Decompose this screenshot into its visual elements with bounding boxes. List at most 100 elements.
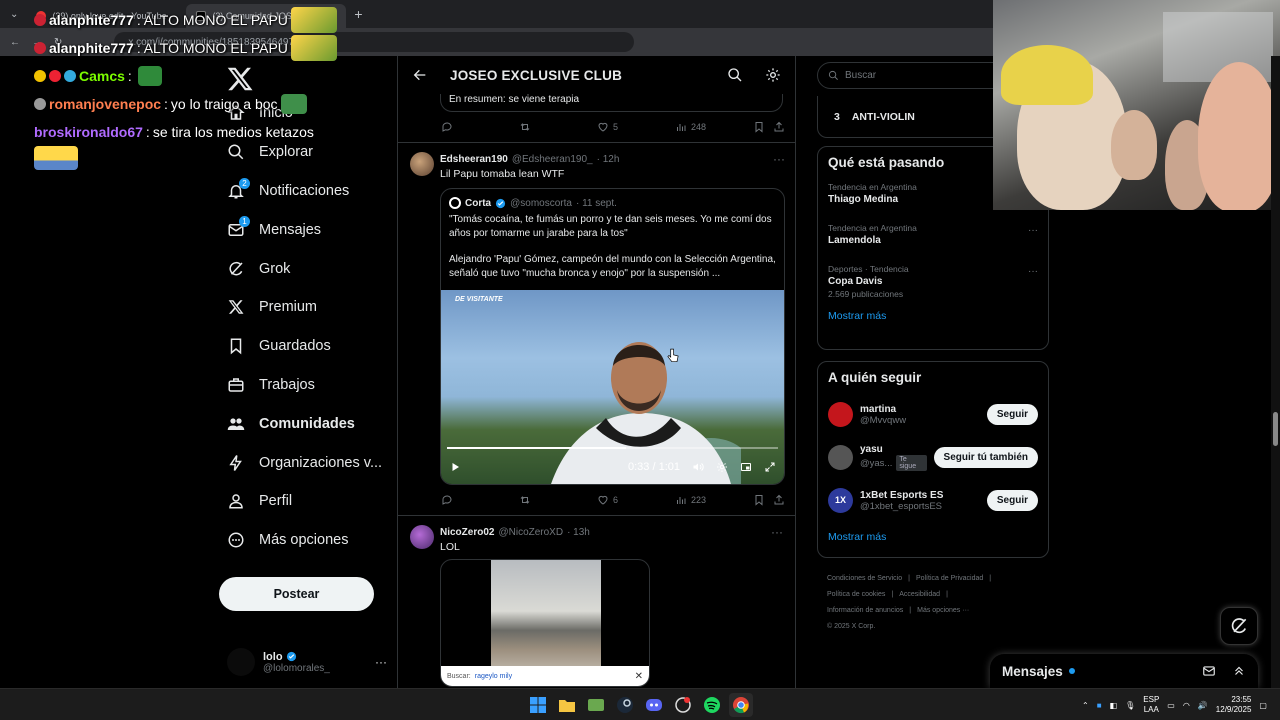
play-icon[interactable] xyxy=(449,461,461,473)
steam-icon xyxy=(617,697,633,713)
chevron-up-icon[interactable] xyxy=(1232,664,1246,678)
briefcase-icon xyxy=(228,378,244,392)
taskbar-app[interactable] xyxy=(671,693,695,717)
clock[interactable]: 23:55 12/9/2025 xyxy=(1216,695,1252,715)
follow-back-button[interactable]: Seguir tú también xyxy=(933,447,1038,468)
notifications-icon[interactable]: ▢ xyxy=(1259,701,1267,710)
show-more-link[interactable]: Mostrar más xyxy=(818,531,1048,543)
page-scrollbar[interactable] xyxy=(1271,56,1280,688)
sidebar-item-premium[interactable]: Premium xyxy=(219,288,389,327)
fullscreen-icon[interactable] xyxy=(764,461,776,473)
sidebar-item-organizaciones[interactable]: Organizaciones v... xyxy=(219,443,389,482)
gear-icon[interactable] xyxy=(765,67,781,83)
display-icon[interactable]: ▭ xyxy=(1167,701,1175,710)
back-arrow-icon[interactable]: ← xyxy=(10,37,20,48)
like-button[interactable]: 6 xyxy=(597,494,675,506)
follow-suggestion[interactable]: martina @Mvvqww Seguir xyxy=(818,393,1048,436)
search-icon[interactable] xyxy=(727,67,743,83)
more-icon[interactable]: ··· xyxy=(1028,225,1038,236)
repost-button[interactable] xyxy=(519,494,597,506)
trend-item[interactable]: Deportes · Tendencia Copa Davis 2.569 pu… xyxy=(818,260,1048,301)
like-button[interactable]: 5 xyxy=(597,121,675,133)
post-button[interactable]: Postear xyxy=(219,577,374,611)
views-button[interactable]: 223 xyxy=(675,494,753,506)
language-indicator[interactable]: ESP LAA xyxy=(1143,695,1159,715)
avatar[interactable] xyxy=(828,445,853,470)
post[interactable]: NicoZero02 @NicoZeroXD · 13h ··· LOL Bus… xyxy=(398,516,795,687)
post[interactable]: Edsheeran190 @Edsheeran190_ · 12h ··· Li… xyxy=(398,143,795,485)
sidebar-item-grok[interactable]: Grok xyxy=(219,249,389,288)
follows-you-badge: Te sigue xyxy=(896,455,927,471)
chat-badge-icon xyxy=(34,70,46,82)
tab-search-icon[interactable]: ⌄ xyxy=(10,9,18,20)
sidebar-item-mensajes[interactable]: 1 Mensajes xyxy=(219,210,389,249)
share-button[interactable] xyxy=(773,494,793,506)
avatar[interactable]: 1X xyxy=(828,488,853,513)
taskbar-spotify[interactable] xyxy=(700,693,724,717)
taskbar-discord[interactable] xyxy=(642,693,666,717)
avatar[interactable] xyxy=(828,402,853,427)
more-icon[interactable]: ··· xyxy=(773,152,785,166)
grok-button[interactable] xyxy=(1220,607,1258,645)
page-title: JOSEO EXCLUSIVE CLUB xyxy=(450,67,623,83)
new-tab-button[interactable]: + xyxy=(354,6,362,22)
taskbar-app-green[interactable] xyxy=(584,693,608,717)
footer-links: Condiciones de Servicio | Política de Priv… xyxy=(827,575,992,630)
wifi-icon[interactable]: ◠ xyxy=(1183,701,1190,710)
scrollbar-thumb[interactable] xyxy=(1273,412,1278,446)
bookmark-button[interactable] xyxy=(753,494,773,506)
video-player[interactable]: DE VISITANTE 0:33 / 1:01 xyxy=(441,290,784,484)
taskbar-file-explorer[interactable] xyxy=(555,693,579,717)
volume-icon[interactable]: 🔊 xyxy=(1198,701,1208,710)
pip-icon[interactable] xyxy=(740,461,752,473)
views-button[interactable]: 248 xyxy=(675,121,753,133)
follow-suggestion[interactable]: 1X 1xBet Esports ES @1xbet_esportsES Seg… xyxy=(818,479,1048,522)
post-text: LOL xyxy=(440,541,460,553)
avatar[interactable] xyxy=(410,152,434,176)
more-icon[interactable]: ··· xyxy=(1028,266,1038,277)
settings-icon[interactable] xyxy=(716,461,728,473)
search-input[interactable]: Buscar xyxy=(817,62,1017,89)
volume-icon[interactable] xyxy=(692,461,704,473)
account-switcher[interactable]: lolo @lolomorales_ ··· xyxy=(227,642,387,682)
reply-button[interactable] xyxy=(441,494,519,506)
more-icon[interactable]: ··· xyxy=(375,655,387,669)
close-icon[interactable]: ✕ xyxy=(635,671,643,682)
sidebar-item-trabajos[interactable]: Trabajos xyxy=(219,366,389,405)
share-button[interactable] xyxy=(773,121,793,133)
messages-dock[interactable]: Mensajes xyxy=(990,654,1258,688)
new-message-icon[interactable] xyxy=(1202,664,1216,678)
more-circle-icon xyxy=(228,532,244,548)
sidebar-item-comunidades[interactable]: Comunidades xyxy=(219,404,389,443)
quoted-post-tail[interactable]: En resumen: se viene terapia xyxy=(440,94,783,112)
sidebar-item-mas-opciones[interactable]: Más opciones xyxy=(219,521,389,560)
chat-message: broskironaldo67: se tira los medios keta… xyxy=(34,124,314,140)
trend-item[interactable]: Tendencia en Argentina Lamendola ··· xyxy=(818,219,1048,260)
follow-suggestion[interactable]: yasu @yas... Te sigue Seguir tú también xyxy=(818,436,1048,479)
repost-button[interactable] xyxy=(519,121,597,133)
follow-button[interactable]: Seguir xyxy=(986,404,1038,425)
pepe-emote-icon xyxy=(137,66,162,86)
network-icon[interactable]: ◧ xyxy=(1110,701,1118,710)
security-icon[interactable]: ■ xyxy=(1097,701,1102,710)
more-icon[interactable]: ··· xyxy=(771,525,783,539)
chevron-up-icon[interactable]: ⌃ xyxy=(1082,701,1089,710)
video-progress[interactable] xyxy=(447,447,778,449)
verified-badge-icon xyxy=(496,198,506,208)
sidebar-item-guardados[interactable]: Guardados xyxy=(219,327,389,366)
post-media[interactable]: Buscar: rageylo mily ✕ xyxy=(440,559,650,687)
microphone-icon[interactable]: 🎙 xyxy=(1125,701,1135,710)
sidebar-item-perfil[interactable]: Perfil xyxy=(219,482,389,521)
start-button[interactable] xyxy=(526,693,550,717)
sidebar-item-notificaciones[interactable]: 2 Notificaciones xyxy=(219,172,389,211)
bookmark-button[interactable] xyxy=(753,121,773,133)
taskbar-steam[interactable] xyxy=(613,693,637,717)
discord-icon xyxy=(646,699,662,711)
taskbar-chrome[interactable] xyxy=(729,693,753,717)
avatar[interactable] xyxy=(410,525,434,549)
quoted-post[interactable]: Corta @somoscorta · 11 sept. "Tomás coca… xyxy=(440,188,785,485)
back-arrow-icon[interactable] xyxy=(412,67,428,83)
follow-button[interactable]: Seguir xyxy=(986,490,1038,511)
show-more-link[interactable]: Mostrar más xyxy=(818,310,1048,322)
reply-button[interactable] xyxy=(441,121,519,133)
